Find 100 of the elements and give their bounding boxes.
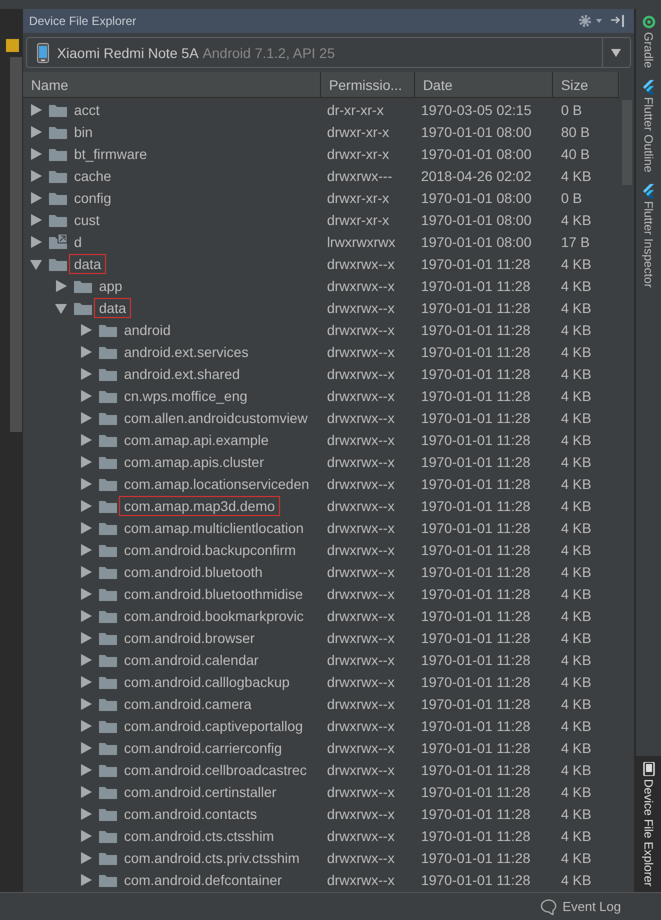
file-name[interactable]: com.android.carrierconfig xyxy=(118,738,287,758)
expand-arrow-icon[interactable] xyxy=(78,829,93,843)
event-log-link[interactable]: Event Log xyxy=(562,899,621,914)
expand-arrow-icon[interactable] xyxy=(78,477,93,491)
expand-arrow-icon[interactable] xyxy=(78,521,93,535)
file-name[interactable]: com.android.camera xyxy=(118,694,257,714)
file-name[interactable]: com.amap.map3d.demo xyxy=(118,496,280,516)
file-name[interactable]: com.android.cts.ctsshim xyxy=(118,826,280,846)
expand-arrow-icon[interactable] xyxy=(78,873,93,887)
tool-window-tab[interactable]: Device File Explorer xyxy=(636,756,661,892)
expand-arrow-icon[interactable] xyxy=(28,191,43,205)
file-name[interactable]: config xyxy=(68,188,116,208)
column-header[interactable]: Size xyxy=(552,72,619,97)
file-name[interactable]: data xyxy=(94,298,132,318)
expand-arrow-icon[interactable] xyxy=(78,565,93,579)
collapse-arrow-icon[interactable] xyxy=(28,257,43,271)
file-name[interactable]: com.android.defcontainer xyxy=(118,870,287,890)
date-cell-text: 1970-01-01 11:28 xyxy=(420,344,532,360)
file-name[interactable]: com.android.calendar xyxy=(118,650,264,670)
expand-arrow-icon[interactable] xyxy=(28,103,43,117)
permissions-cell-text: drwxrwx--x xyxy=(326,432,396,448)
expand-arrow-icon[interactable] xyxy=(78,345,93,359)
date-cell-text: 1970-01-01 11:28 xyxy=(420,322,532,338)
expand-arrow-icon[interactable] xyxy=(28,235,43,249)
date-cell-text: 1970-01-01 08:00 xyxy=(420,212,532,228)
settings-icon[interactable] xyxy=(578,14,604,28)
file-name[interactable]: com.android.calllogbackup xyxy=(118,672,295,692)
collapse-arrow-icon[interactable] xyxy=(54,301,68,315)
column-header[interactable]: Permissio... xyxy=(320,72,415,97)
expand-arrow-icon[interactable] xyxy=(78,763,93,777)
file-name[interactable]: bt_firmware xyxy=(68,144,152,164)
expand-arrow-icon[interactable] xyxy=(78,719,93,733)
expand-arrow-icon[interactable] xyxy=(54,279,68,293)
expand-arrow-icon[interactable] xyxy=(78,455,93,469)
column-header[interactable]: Date xyxy=(414,72,553,97)
tool-window-tab[interactable]: Gradle xyxy=(636,9,661,74)
file-name[interactable]: com.amap.locationserviceden xyxy=(118,474,314,494)
expand-arrow-icon[interactable] xyxy=(78,741,93,755)
permissions-cell-text: drwxrwx--x xyxy=(326,718,396,734)
file-name[interactable]: com.android.contacts xyxy=(118,804,262,824)
file-name[interactable]: com.amap.api.example xyxy=(118,430,274,450)
expand-arrow-icon[interactable] xyxy=(78,631,93,645)
tool-window-tab[interactable]: Flutter Inspector xyxy=(636,178,661,294)
file-name[interactable]: bin xyxy=(68,122,98,142)
hide-panel-icon[interactable] xyxy=(610,14,626,28)
file-name[interactable]: cn.wps.moffice_eng xyxy=(118,386,252,406)
size-cell-text: 4 KB xyxy=(560,674,592,690)
expand-arrow-icon[interactable] xyxy=(78,609,93,623)
flutter-icon xyxy=(642,184,656,198)
speech-bubble-icon[interactable] xyxy=(540,898,558,914)
expand-arrow-icon[interactable] xyxy=(28,147,43,161)
date-cell-text: 1970-01-01 11:28 xyxy=(420,652,532,668)
file-name[interactable]: app xyxy=(94,276,128,296)
expand-arrow-icon[interactable] xyxy=(28,213,43,227)
file-name[interactable]: com.android.cts.priv.ctsshim xyxy=(118,848,305,868)
expand-arrow-icon[interactable] xyxy=(28,125,43,139)
file-name[interactable]: com.android.browser xyxy=(118,628,260,648)
file-name[interactable]: com.android.captiveportallog xyxy=(118,716,308,736)
date-cell-text: 1970-01-01 11:28 xyxy=(420,630,532,646)
expand-arrow-icon[interactable] xyxy=(78,389,93,403)
expand-arrow-icon[interactable] xyxy=(78,785,93,799)
date-cell-text: 1970-03-05 02:15 xyxy=(420,102,532,118)
file-name[interactable]: cache xyxy=(68,166,116,186)
device-dropdown[interactable]: Xiaomi Redmi Note 5A Android 7.1.2, API 25 xyxy=(26,37,631,68)
date-cell-text: 1970-01-01 11:28 xyxy=(420,498,532,514)
tool-window-tab[interactable]: Flutter Outline xyxy=(636,74,661,178)
file-name[interactable]: data xyxy=(68,254,106,274)
file-name[interactable]: com.android.bluetooth xyxy=(118,562,268,582)
permissions-cell-text: drwxrwx--x xyxy=(326,850,396,866)
expand-arrow-icon[interactable] xyxy=(28,169,43,183)
file-name[interactable]: android xyxy=(118,320,176,340)
size-cell-text: 4 KB xyxy=(560,652,592,668)
expand-arrow-icon[interactable] xyxy=(78,851,93,865)
expand-arrow-icon[interactable] xyxy=(78,675,93,689)
expand-arrow-icon[interactable] xyxy=(78,499,93,513)
file-name[interactable]: android.ext.services xyxy=(118,342,254,362)
file-name[interactable]: d xyxy=(68,232,87,252)
expand-arrow-icon[interactable] xyxy=(78,367,93,381)
file-name[interactable]: com.android.bookmarkprovic xyxy=(118,606,309,626)
expand-arrow-icon[interactable] xyxy=(78,697,93,711)
file-name[interactable]: cust xyxy=(68,210,105,230)
file-name[interactable]: com.allen.androidcustomview xyxy=(118,408,313,428)
file-name[interactable]: com.amap.apis.cluster xyxy=(118,452,269,472)
size-cell-text: 4 KB xyxy=(560,762,592,778)
expand-arrow-icon[interactable] xyxy=(78,433,93,447)
file-name[interactable]: com.android.bluetoothmidise xyxy=(118,584,308,604)
file-name[interactable]: com.amap.multiclientlocation xyxy=(118,518,309,538)
expand-arrow-icon[interactable] xyxy=(78,411,93,425)
expand-arrow-icon[interactable] xyxy=(78,323,93,337)
size-cell-text: 4 KB xyxy=(560,850,592,866)
file-name[interactable]: acct xyxy=(68,100,105,120)
expand-arrow-icon[interactable] xyxy=(78,653,93,667)
expand-arrow-icon[interactable] xyxy=(78,543,93,557)
file-name[interactable]: com.android.cellbroadcastrec xyxy=(118,760,312,780)
expand-arrow-icon[interactable] xyxy=(78,807,93,821)
column-header[interactable]: Name xyxy=(22,72,321,97)
file-name[interactable]: com.android.certinstaller xyxy=(118,782,282,802)
expand-arrow-icon[interactable] xyxy=(78,587,93,601)
file-name[interactable]: com.android.backupconfirm xyxy=(118,540,301,560)
file-name[interactable]: android.ext.shared xyxy=(118,364,245,384)
